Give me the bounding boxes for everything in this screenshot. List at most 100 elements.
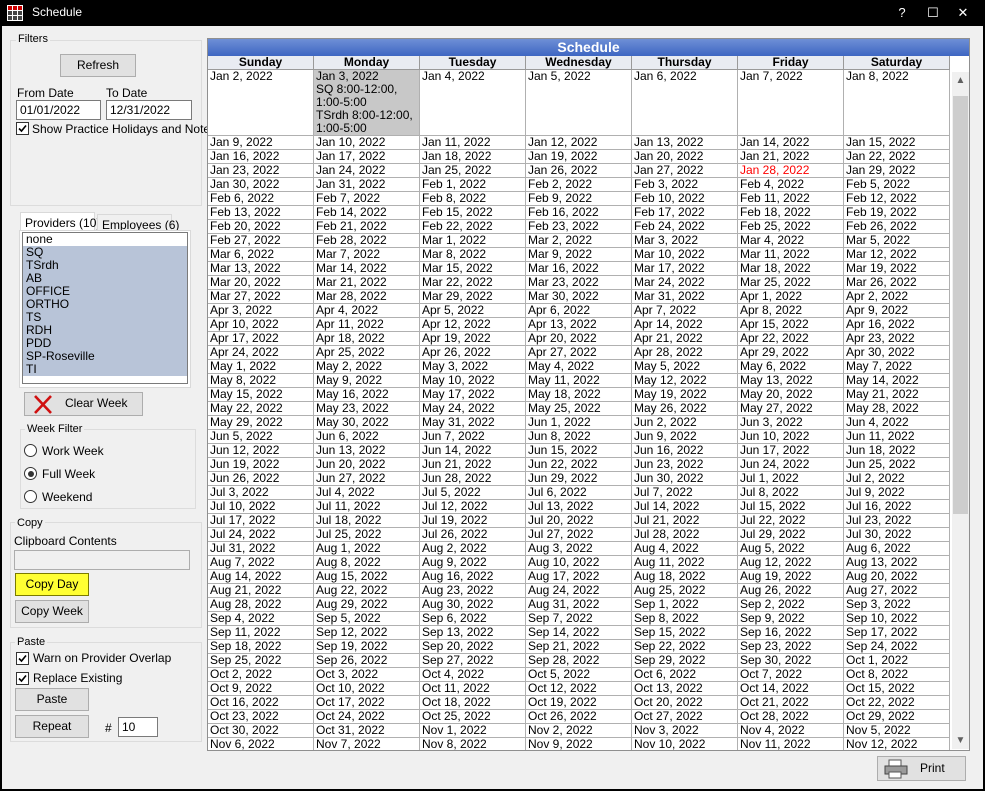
- provider-list[interactable]: none SQ TSrdh AB OFFICE ORTHO TS RDH PDD SP-Rosev…: [22, 232, 188, 384]
- day-cell[interactable]: May 23, 2022: [314, 402, 420, 416]
- to-date-input[interactable]: 12/31/2022: [106, 100, 192, 120]
- day-cell[interactable]: Jun 22, 2022: [526, 458, 632, 472]
- day-cell[interactable]: Jan 9, 2022: [208, 136, 314, 150]
- day-cell[interactable]: Jan 26, 2022: [526, 164, 632, 178]
- day-cell[interactable]: Jan 23, 2022: [208, 164, 314, 178]
- day-cell[interactable]: Jan 28, 2022: [738, 164, 844, 178]
- day-cell[interactable]: May 18, 2022: [526, 388, 632, 402]
- show-holidays-checkbox[interactable]: [16, 122, 29, 135]
- day-cell[interactable]: Jul 2, 2022: [844, 472, 950, 486]
- day-cell[interactable]: Aug 11, 2022: [632, 556, 738, 570]
- day-cell[interactable]: Sep 4, 2022: [208, 612, 314, 626]
- scroll-down-icon[interactable]: ▼: [952, 732, 969, 749]
- warn-overlap-checkbox[interactable]: [16, 652, 29, 665]
- maximize-button[interactable]: ☐: [922, 3, 944, 23]
- day-cell[interactable]: Jul 13, 2022: [526, 500, 632, 514]
- day-cell[interactable]: Nov 11, 2022: [738, 738, 844, 750]
- day-cell[interactable]: Jul 24, 2022: [208, 528, 314, 542]
- day-cell[interactable]: Jan 27, 2022: [632, 164, 738, 178]
- day-cell[interactable]: Jan 24, 2022: [314, 164, 420, 178]
- day-cell[interactable]: Aug 7, 2022: [208, 556, 314, 570]
- day-cell[interactable]: Mar 26, 2022: [844, 276, 950, 290]
- day-cell[interactable]: May 11, 2022: [526, 374, 632, 388]
- day-cell[interactable]: Apr 29, 2022: [738, 346, 844, 360]
- day-cell[interactable]: May 16, 2022: [314, 388, 420, 402]
- day-cell[interactable]: Apr 2, 2022: [844, 290, 950, 304]
- day-cell[interactable]: Jan 25, 2022: [420, 164, 526, 178]
- day-cell[interactable]: Jul 5, 2022: [420, 486, 526, 500]
- day-cell[interactable]: May 8, 2022: [208, 374, 314, 388]
- scroll-thumb[interactable]: [953, 96, 968, 514]
- day-cell[interactable]: Feb 25, 2022: [738, 220, 844, 234]
- day-cell[interactable]: Oct 24, 2022: [314, 710, 420, 724]
- day-cell[interactable]: Oct 10, 2022: [314, 682, 420, 696]
- day-cell[interactable]: Sep 18, 2022: [208, 640, 314, 654]
- day-cell[interactable]: Mar 21, 2022: [314, 276, 420, 290]
- day-cell[interactable]: Mar 25, 2022: [738, 276, 844, 290]
- day-cell[interactable]: May 25, 2022: [526, 402, 632, 416]
- day-cell[interactable]: Feb 6, 2022: [208, 192, 314, 206]
- day-cell[interactable]: Jul 17, 2022: [208, 514, 314, 528]
- day-cell[interactable]: Aug 18, 2022: [632, 570, 738, 584]
- day-cell[interactable]: Jun 5, 2022: [208, 430, 314, 444]
- day-cell[interactable]: Sep 1, 2022: [632, 598, 738, 612]
- day-cell[interactable]: Oct 23, 2022: [208, 710, 314, 724]
- day-cell[interactable]: Jun 16, 2022: [632, 444, 738, 458]
- day-cell[interactable]: Jul 21, 2022: [632, 514, 738, 528]
- day-cell[interactable]: Mar 5, 2022: [844, 234, 950, 248]
- day-cell[interactable]: Mar 17, 2022: [632, 262, 738, 276]
- day-cell[interactable]: Mar 31, 2022: [632, 290, 738, 304]
- day-cell[interactable]: Oct 16, 2022: [208, 696, 314, 710]
- day-cell[interactable]: Mar 27, 2022: [208, 290, 314, 304]
- day-cell[interactable]: Jul 10, 2022: [208, 500, 314, 514]
- day-cell[interactable]: Aug 9, 2022: [420, 556, 526, 570]
- day-cell[interactable]: Sep 5, 2022: [314, 612, 420, 626]
- day-cell[interactable]: Aug 27, 2022: [844, 584, 950, 598]
- day-cell[interactable]: May 30, 2022: [314, 416, 420, 430]
- day-cell[interactable]: Jan 12, 2022: [526, 136, 632, 150]
- day-cell[interactable]: Oct 31, 2022: [314, 724, 420, 738]
- day-cell[interactable]: Aug 1, 2022: [314, 542, 420, 556]
- day-cell[interactable]: Aug 25, 2022: [632, 584, 738, 598]
- day-cell[interactable]: May 26, 2022: [632, 402, 738, 416]
- day-cell[interactable]: Jun 17, 2022: [738, 444, 844, 458]
- day-cell[interactable]: Sep 13, 2022: [420, 626, 526, 640]
- day-cell[interactable]: Oct 8, 2022: [844, 668, 950, 682]
- day-cell[interactable]: Jul 29, 2022: [738, 528, 844, 542]
- day-cell[interactable]: Apr 24, 2022: [208, 346, 314, 360]
- day-cell[interactable]: Oct 13, 2022: [632, 682, 738, 696]
- day-cell[interactable]: Mar 24, 2022: [632, 276, 738, 290]
- day-cell[interactable]: Jan 8, 2022: [844, 70, 950, 136]
- day-cell[interactable]: Sep 15, 2022: [632, 626, 738, 640]
- day-cell[interactable]: May 19, 2022: [632, 388, 738, 402]
- day-cell[interactable]: Aug 23, 2022: [420, 584, 526, 598]
- work-week-radio[interactable]: [24, 444, 37, 457]
- day-cell[interactable]: Mar 9, 2022: [526, 248, 632, 262]
- day-cell[interactable]: Jan 15, 2022: [844, 136, 950, 150]
- day-cell[interactable]: Jun 24, 2022: [738, 458, 844, 472]
- day-cell[interactable]: Jan 2, 2022: [208, 70, 314, 136]
- day-cell[interactable]: Sep 27, 2022: [420, 654, 526, 668]
- day-cell[interactable]: Sep 22, 2022: [632, 640, 738, 654]
- paste-button[interactable]: Paste: [15, 688, 89, 711]
- day-cell[interactable]: Mar 23, 2022: [526, 276, 632, 290]
- day-cell[interactable]: Jun 28, 2022: [420, 472, 526, 486]
- day-cell[interactable]: Jul 7, 2022: [632, 486, 738, 500]
- day-cell[interactable]: Sep 12, 2022: [314, 626, 420, 640]
- day-cell[interactable]: Aug 26, 2022: [738, 584, 844, 598]
- day-cell[interactable]: Oct 27, 2022: [632, 710, 738, 724]
- day-cell[interactable]: Mar 10, 2022: [632, 248, 738, 262]
- day-cell[interactable]: Sep 14, 2022: [526, 626, 632, 640]
- day-cell[interactable]: Sep 30, 2022: [738, 654, 844, 668]
- day-cell[interactable]: Feb 9, 2022: [526, 192, 632, 206]
- day-cell[interactable]: Feb 12, 2022: [844, 192, 950, 206]
- day-cell[interactable]: Jun 19, 2022: [208, 458, 314, 472]
- day-cell[interactable]: Jun 15, 2022: [526, 444, 632, 458]
- day-cell[interactable]: Feb 24, 2022: [632, 220, 738, 234]
- day-cell[interactable]: Mar 2, 2022: [526, 234, 632, 248]
- day-cell[interactable]: Feb 5, 2022: [844, 178, 950, 192]
- clear-week-button[interactable]: Clear Week: [24, 392, 143, 416]
- day-cell[interactable]: Apr 14, 2022: [632, 318, 738, 332]
- day-cell[interactable]: Jan 11, 2022: [420, 136, 526, 150]
- day-cell[interactable]: Aug 17, 2022: [526, 570, 632, 584]
